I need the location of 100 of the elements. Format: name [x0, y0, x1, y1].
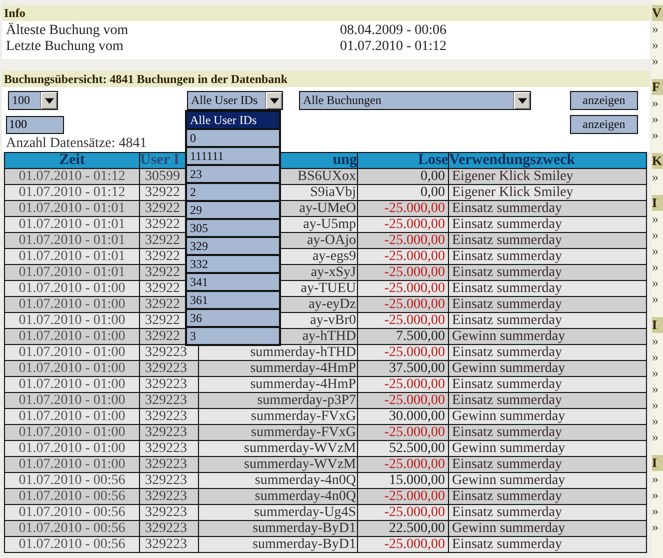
dropdown-option[interactable]: 23: [187, 166, 279, 184]
table-cell: Einsatz summerday: [448, 456, 646, 472]
table-cell: Einsatz summerday: [448, 232, 646, 248]
table-cell: summerday-4HmP: [198, 360, 358, 376]
sidebar-link[interactable]: »: [652, 111, 663, 127]
sidebar-link[interactable]: »: [652, 349, 663, 365]
table-cell: 01.07.2010 - 01:01: [4, 232, 140, 248]
sidebar-link[interactable]: »: [652, 397, 663, 413]
sidebar-link[interactable]: »: [652, 259, 663, 275]
table-cell: 01.07.2010 - 00:56: [4, 488, 140, 504]
sidebar-link[interactable]: »: [652, 243, 663, 259]
sidebar-link[interactable]: »: [652, 127, 663, 143]
sidebar-link[interactable]: »: [652, 169, 663, 185]
table-cell: 329223: [140, 456, 198, 472]
table-cell: -25.000,00: [358, 312, 448, 328]
info-label: Älteste Buchung vom: [6, 23, 130, 39]
table-cell: 329223: [140, 408, 198, 424]
sidebar-link[interactable]: »: [652, 291, 663, 307]
table-cell: 01.07.2010 - 01:01: [4, 264, 140, 280]
dropdown-option[interactable]: 36: [187, 310, 279, 328]
table-cell: Einsatz summerday: [448, 248, 646, 264]
info-value: 08.04.2009 - 00:06: [340, 23, 448, 39]
table-cell: summerday-4HmP: [198, 376, 358, 392]
dropdown-option[interactable]: 111111: [187, 148, 279, 166]
table-cell: 329223: [140, 360, 198, 376]
sidebar-link[interactable]: »: [652, 21, 663, 37]
column-header: Zeit: [4, 152, 140, 168]
sidebar-link[interactable]: »: [652, 519, 663, 535]
dropdown-option[interactable]: 332: [187, 256, 279, 274]
dropdown-option[interactable]: 0: [187, 130, 279, 148]
sidebar-link[interactable]: »: [652, 381, 663, 397]
table-cell: summerday-FVxG: [198, 424, 358, 440]
caret-icon[interactable]: [513, 92, 530, 109]
table-cell: 329223: [140, 424, 198, 440]
sidebar-link[interactable]: »: [652, 503, 663, 519]
user-id-select[interactable]: Alle User IDs: [187, 91, 283, 110]
input-field[interactable]: 100: [6, 116, 64, 134]
table-cell: Einsatz summerday: [448, 200, 646, 216]
show-button[interactable]: anzeigen: [570, 115, 638, 134]
table-cell: 329223: [140, 392, 198, 408]
sidebar-heading: I: [652, 317, 663, 333]
dropdown-option[interactable]: 2: [187, 184, 279, 202]
table-cell: -25.000,00: [358, 392, 448, 408]
table-cell: Eigener Klick Smiley: [448, 184, 646, 200]
table-cell: 52.500,00: [358, 440, 448, 456]
sidebar-link[interactable]: »: [652, 95, 663, 111]
table-cell: 01.07.2010 - 01:12: [4, 168, 140, 184]
table-cell: -25.000,00: [358, 456, 448, 472]
table-cell: 01.07.2010 - 01:00: [4, 280, 140, 296]
table-cell: summerday-WVzM: [198, 456, 358, 472]
table-cell: -25.000,00: [358, 344, 448, 360]
caret-icon[interactable]: [40, 92, 57, 109]
dropdown-option[interactable]: 341: [187, 274, 279, 292]
sidebar-link[interactable]: »: [652, 487, 663, 503]
sidebar-link[interactable]: »: [652, 413, 663, 429]
table-cell: -25.000,00: [358, 488, 448, 504]
sidebar-link[interactable]: »: [652, 429, 663, 445]
table-cell: 01.07.2010 - 01:00: [4, 360, 140, 376]
table-cell: 01.07.2010 - 01:00: [4, 408, 140, 424]
table-cell: 01.07.2010 - 01:00: [4, 456, 140, 472]
table-cell: -25.000,00: [358, 376, 448, 392]
sidebar-link[interactable]: »: [652, 37, 663, 53]
section-title: Info: [2, 5, 650, 21]
table-cell: 01.07.2010 - 01:01: [4, 216, 140, 232]
table-cell: Einsatz summerday: [448, 504, 646, 520]
table-cell: 329223: [140, 472, 198, 488]
table-cell: 22.500,00: [358, 520, 448, 536]
sidebar-link[interactable]: »: [652, 53, 663, 69]
sidebar-link[interactable]: »: [652, 333, 663, 349]
record-count: Anzahl Datensätze: 4841: [6, 136, 147, 152]
table-cell: 01.07.2010 - 00:56: [4, 520, 140, 536]
sidebar-link[interactable]: »: [652, 275, 663, 291]
show-button[interactable]: anzeigen: [570, 91, 638, 110]
table-cell: Einsatz summerday: [448, 488, 646, 504]
dropdown-option[interactable]: Alle User IDs: [187, 112, 279, 130]
page-size-select[interactable]: 100: [8, 91, 58, 110]
dropdown-option[interactable]: 329: [187, 238, 279, 256]
table-cell: -25.000,00: [358, 200, 448, 216]
table-cell: Einsatz summerday: [448, 536, 646, 552]
column-header: Verwendungszweck: [448, 152, 646, 168]
sidebar-link[interactable]: »: [652, 227, 663, 243]
table-cell: 30.000,00: [358, 408, 448, 424]
dropdown-option[interactable]: 361: [187, 292, 279, 310]
table-cell: Gewinn summerday: [448, 520, 646, 536]
table-cell: -25.000,00: [358, 424, 448, 440]
table-cell: 0,00: [358, 184, 448, 200]
table-cell: 329223: [140, 520, 198, 536]
sidebar-heading: I: [652, 455, 663, 471]
sidebar-link[interactable]: »: [652, 365, 663, 381]
dropdown-option[interactable]: 29: [187, 202, 279, 220]
table-cell: 329223: [140, 488, 198, 504]
sidebar-link[interactable]: »: [652, 211, 663, 227]
table-cell: -25.000,00: [358, 504, 448, 520]
sidebar-link[interactable]: »: [652, 471, 663, 487]
table-cell: Gewinn summerday: [448, 328, 646, 344]
table-cell: 01.07.2010 - 00:56: [4, 504, 140, 520]
table-cell: Einsatz summerday: [448, 264, 646, 280]
booking-type-select[interactable]: Alle Buchungen: [299, 91, 531, 110]
dropdown-option[interactable]: 305: [187, 220, 279, 238]
caret-icon[interactable]: [265, 92, 282, 109]
